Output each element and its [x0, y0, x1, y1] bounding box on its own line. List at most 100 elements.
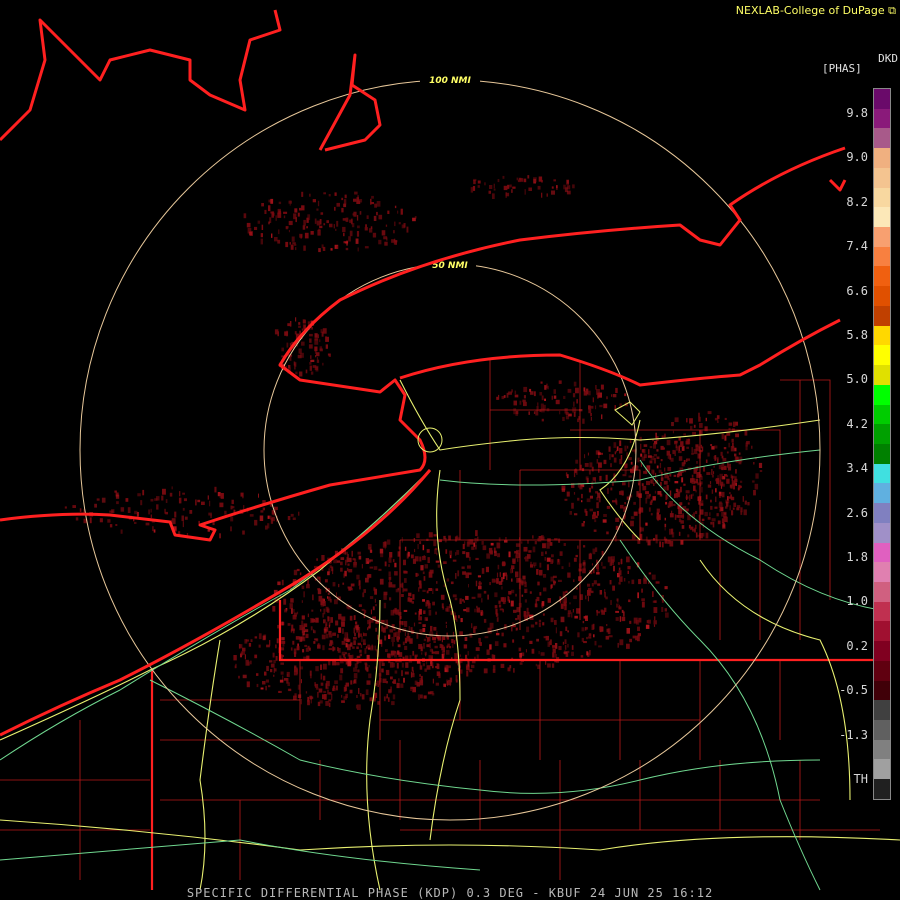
- echo-speckle: [567, 610, 571, 614]
- echo-speckle: [134, 521, 137, 524]
- echo-speckle: [288, 365, 291, 369]
- echo-speckle: [317, 701, 321, 707]
- echo-speckle: [497, 564, 500, 570]
- echo-speckle: [588, 633, 592, 637]
- echo-speckle: [473, 178, 477, 182]
- echo-speckle: [294, 363, 296, 370]
- echo-speckle: [725, 506, 728, 509]
- echo-speckle: [536, 638, 539, 642]
- echo-speckle: [385, 669, 390, 676]
- echo-speckle: [496, 617, 499, 622]
- echo-speckle: [389, 552, 393, 558]
- echo-speckle: [616, 598, 619, 602]
- color-scale-tick-label: 1.0: [846, 594, 868, 609]
- echo-speckle: [525, 649, 527, 653]
- echo-speckle: [556, 185, 558, 188]
- echo-speckle: [477, 185, 480, 188]
- color-scale-tick-label: 7.4: [846, 239, 868, 254]
- echo-speckle: [322, 645, 325, 651]
- echo-speckle: [538, 619, 542, 623]
- echo-speckle: [582, 568, 586, 574]
- echo-speckle: [608, 635, 613, 638]
- echo-speckle: [355, 704, 358, 709]
- echo-speckle: [656, 449, 659, 452]
- echo-speckle: [507, 596, 510, 602]
- external-link-icon[interactable]: ⧉: [888, 4, 896, 17]
- echo-speckle: [295, 636, 300, 640]
- echo-speckle: [539, 392, 543, 396]
- echo-speckle: [719, 473, 724, 480]
- echo-speckle: [454, 597, 458, 601]
- echo-speckle: [661, 607, 664, 612]
- echo-speckle: [613, 478, 617, 482]
- echo-speckle: [632, 635, 636, 639]
- echo-speckle: [628, 581, 630, 584]
- echo-speckle: [358, 633, 362, 637]
- echo-speckle: [463, 546, 465, 549]
- echo-speckle: [359, 653, 362, 657]
- echo-speckle: [477, 180, 481, 184]
- echo-speckle: [565, 590, 568, 593]
- echo-speckle: [419, 674, 421, 677]
- echo-speckle: [330, 617, 333, 623]
- echo-speckle: [262, 635, 266, 641]
- echo-speckle: [445, 624, 447, 628]
- echo-speckle: [466, 607, 470, 613]
- echo-speckle: [352, 646, 355, 649]
- echo-speckle: [435, 651, 440, 655]
- echo-speckle: [171, 486, 173, 490]
- echo-speckle: [281, 621, 284, 626]
- echo-speckle: [114, 490, 117, 493]
- echo-speckle: [257, 220, 261, 224]
- echo-speckle: [397, 644, 401, 648]
- echo-speckle: [410, 554, 414, 559]
- echo-speckle: [637, 457, 640, 463]
- echo-speckle: [559, 410, 561, 415]
- echo-speckle: [342, 218, 346, 221]
- echo-speckle: [721, 511, 723, 517]
- echo-speckle: [538, 622, 541, 628]
- echo-speckle: [249, 514, 254, 517]
- echo-speckle: [305, 369, 308, 374]
- echo-speckle: [424, 668, 427, 672]
- echo-speckle: [527, 539, 529, 544]
- echo-speckle: [674, 417, 679, 423]
- echo-speckle: [322, 362, 324, 366]
- echo-speckle: [423, 610, 426, 614]
- echo-speckle: [266, 665, 269, 671]
- echo-speckle: [378, 239, 382, 245]
- echo-speckle: [378, 568, 382, 571]
- echo-speckle: [728, 463, 731, 468]
- echo-speckle: [728, 442, 730, 448]
- echo-speckle: [272, 606, 276, 612]
- echo-speckle: [612, 500, 616, 503]
- echo-speckle: [471, 546, 475, 550]
- echo-speckle: [613, 457, 617, 463]
- echo-speckle: [296, 646, 300, 651]
- echo-speckle: [403, 609, 408, 612]
- echo-speckle: [657, 491, 662, 495]
- echo-speckle: [309, 193, 311, 197]
- echo-speckle: [281, 347, 284, 352]
- echo-speckle: [492, 669, 496, 673]
- echo-speckle: [517, 556, 519, 562]
- echo-speckle: [562, 416, 565, 421]
- echo-speckle: [340, 567, 343, 572]
- echo-speckle: [637, 480, 640, 485]
- echo-speckle: [346, 240, 348, 246]
- echo-speckle: [567, 643, 569, 648]
- color-scale-tick-label: 6.6: [846, 283, 868, 298]
- echo-speckle: [283, 215, 286, 219]
- echo-speckle: [240, 651, 243, 656]
- echo-speckle: [419, 665, 423, 670]
- echo-speckle: [603, 459, 607, 465]
- echo-speckle: [94, 503, 97, 508]
- echo-speckle: [353, 637, 357, 640]
- echo-speckle: [724, 435, 727, 441]
- echo-speckle: [336, 245, 338, 249]
- echo-speckle: [324, 579, 328, 583]
- echo-speckle: [732, 442, 734, 449]
- echo-speckle: [535, 663, 538, 667]
- echo-speckle: [314, 630, 316, 634]
- echo-speckle: [508, 591, 512, 595]
